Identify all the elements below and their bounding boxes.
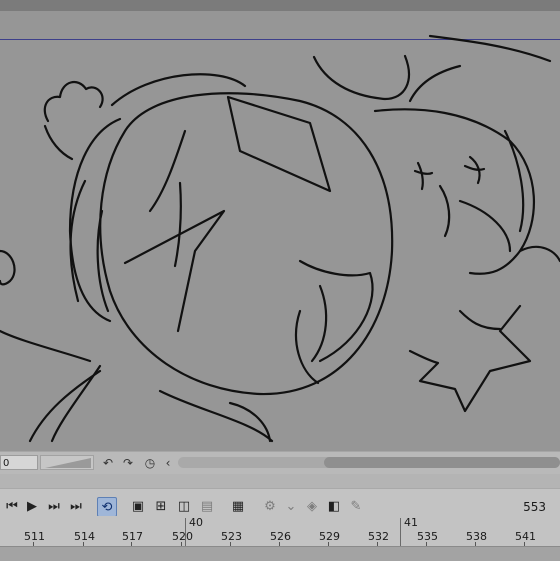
new-animation-folder-icon[interactable]: ⊞ [151,497,171,517]
next-frame-icon[interactable]: ⏭ [44,497,64,517]
play-icon[interactable]: ▶ [22,497,42,517]
new-animation-cel-icon[interactable]: ▣ [128,497,148,517]
pen-icon[interactable]: ✎ [346,497,366,517]
frame-number: 523 [221,530,242,543]
timeline-divider [0,474,560,488]
scroll-left-icon[interactable]: ‹ [160,455,176,471]
current-frame-number: 553 [523,500,546,514]
second-marker-line [400,518,401,546]
second-marker-label: 41 [404,516,418,529]
onion-skin-icon[interactable]: ◫ [174,497,194,517]
rotate-right-icon[interactable]: ↷ [120,455,136,471]
keyframe-icon[interactable]: ◈ [302,497,322,517]
second-marker-label: 40 [189,516,203,529]
timeline-track-row[interactable] [0,546,560,561]
frame-number: 538 [466,530,487,543]
frame-number: 517 [122,530,143,543]
rotate-left-icon[interactable]: ↶ [100,455,116,471]
zoom-slider[interactable] [40,455,94,470]
frame-number: 520 [172,530,193,543]
frame-number: 541 [515,530,536,543]
navigator-bar: 0 ↶ ↷ ◷ ‹ [0,451,560,475]
drawing-canvas[interactable] [0,11,560,451]
light-table-icon[interactable]: ▤ [197,497,217,517]
frame-number: 532 [368,530,389,543]
loop-playback-icon[interactable]: ⟲ [97,497,117,517]
frame-number: 526 [270,530,291,543]
reset-view-icon[interactable]: ◷ [142,455,158,471]
previous-frame-icon[interactable]: ⏮ [2,497,22,517]
last-frame-icon[interactable]: ⏭ [66,497,86,517]
dropdown-chevron-icon[interactable]: ⌄ [281,497,301,517]
horizontal-scrollbar-thumb[interactable] [324,457,560,468]
frame-number: 514 [74,530,95,543]
sketch-drawing [0,34,560,443]
frame-number: 511 [24,530,45,543]
frame-number: 529 [319,530,340,543]
frame-number: 535 [417,530,438,543]
camera-work-icon[interactable]: ⚙ [260,497,280,517]
edit-timeline-icon[interactable]: ◧ [324,497,344,517]
layer-settings-icon[interactable]: ▦ [228,497,248,517]
window-top-strip [0,0,560,11]
zoom-slider-ramp [45,458,91,468]
zoom-value-field[interactable]: 0 [0,455,38,470]
timeline-ruler[interactable]: 40 41 511 514 517 520 523 526 529 532 53… [0,516,560,546]
